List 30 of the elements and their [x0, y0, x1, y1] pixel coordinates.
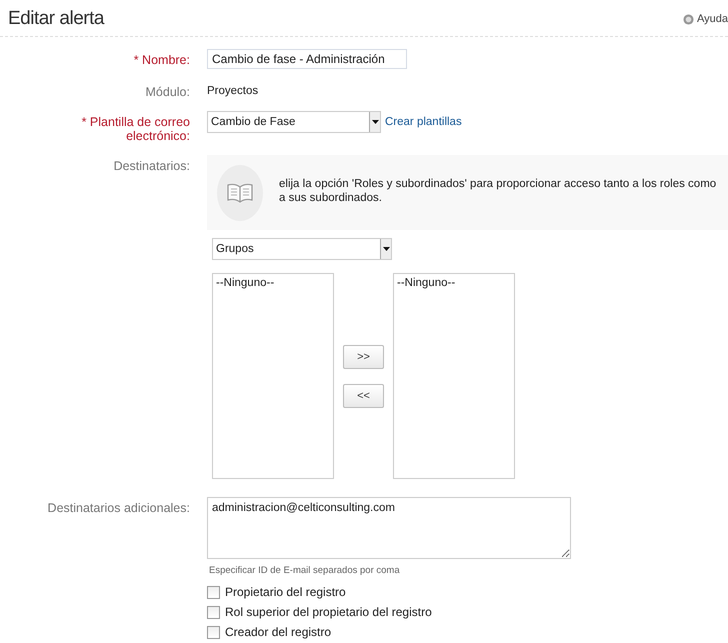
book-icon [227, 183, 253, 203]
list-option[interactable]: --Ninguno-- [216, 277, 330, 289]
remove-button[interactable]: << [343, 384, 384, 408]
required-field-label: * Plantilla de correo electrónico: [80, 115, 190, 143]
help-link[interactable]: Ayuda [683, 13, 728, 25]
selected-list[interactable]: --Ninguno-- [393, 273, 515, 479]
list-option[interactable]: --Ninguno-- [397, 277, 511, 289]
caret-icon [369, 112, 380, 132]
hint-text: Especificar ID de E-mail separados por coma [209, 565, 401, 576]
add-button[interactable]: >> [343, 344, 384, 368]
checkbox[interactable] [207, 626, 220, 638]
email-textarea[interactable]: administracion@celticonsulting.com [207, 497, 571, 559]
checkbox-label: Creador del registro [225, 625, 332, 639]
template-dropdown[interactable]: Cambio de Fase [207, 111, 381, 133]
checkbox-label: Propietario del registro [225, 585, 346, 599]
name-input[interactable]: Cambio de fase - Administración [207, 49, 407, 69]
checkbox-label: Rol superior del propietario del registro [225, 605, 432, 619]
caret-icon [380, 239, 391, 259]
required-field-label: * Nombre: [134, 53, 190, 67]
field-label: Módulo: [146, 85, 190, 99]
info-text: elija la opción 'Roles y subordinados' para proporcionar acceso tanto a los roles como a sus subordinados. [279, 177, 718, 205]
page-title: Editar alerta [8, 8, 104, 30]
recipient-type-dropdown[interactable]: Grupos [212, 238, 392, 260]
available-list[interactable]: --Ninguno-- [212, 273, 334, 479]
checkbox[interactable] [207, 606, 220, 618]
module-value: Proyectos [207, 84, 260, 97]
field-label: Destinatarios: [114, 159, 190, 173]
create-templates-link[interactable]: Crear plantillas [385, 116, 462, 128]
checkbox[interactable] [207, 586, 220, 598]
field-label: Destinatarios adicionales: [48, 501, 190, 515]
